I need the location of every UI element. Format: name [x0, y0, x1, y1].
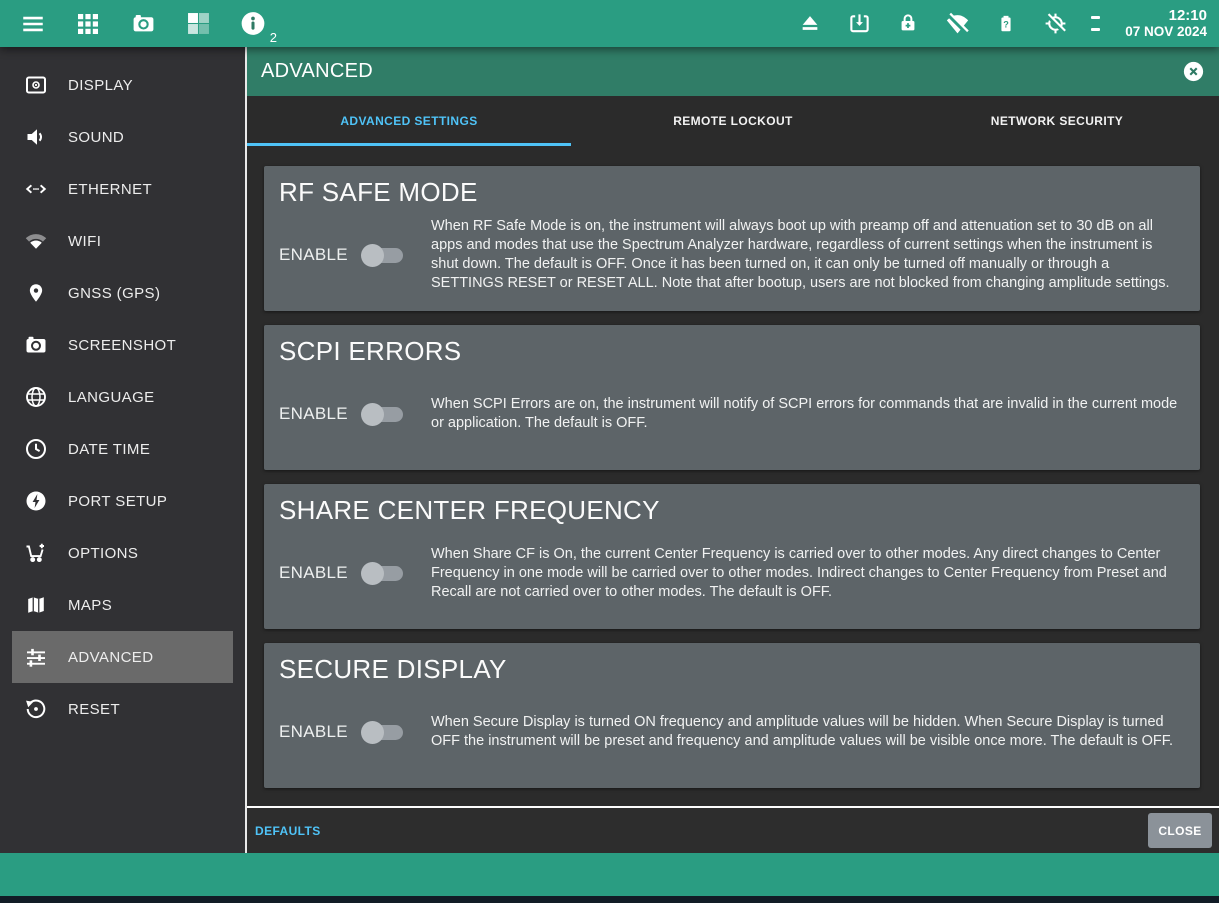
- sidebar-item-maps[interactable]: MAPS: [12, 579, 233, 631]
- clock-time: 12:10: [1169, 7, 1207, 24]
- tab-network-security[interactable]: NETWORK SECURITY: [895, 96, 1219, 160]
- card-description: When Share CF is On, the current Center …: [431, 545, 1182, 602]
- sidebar-item-label: WIFI: [68, 233, 101, 250]
- sidebar-item-label: GNSS (GPS): [68, 285, 160, 302]
- cart-add-icon: [24, 541, 48, 565]
- sidebar-item-label: SOUND: [68, 129, 124, 146]
- sidebar-item-advanced[interactable]: ADVANCED: [12, 631, 233, 683]
- bottom-green-bar: [0, 853, 1219, 896]
- enable-label: ENABLE: [279, 722, 348, 742]
- sidebar-item-ethernet[interactable]: ETHERNET: [12, 163, 233, 215]
- toggle-knob: [361, 403, 384, 426]
- tab-label: ADVANCED SETTINGS: [340, 114, 477, 142]
- share-center-frequency-card: SHARE CENTER FREQUENCY ENABLE When Share…: [264, 484, 1200, 629]
- card-title: SECURE DISPLAY: [279, 652, 1182, 686]
- share-center-frequency-toggle[interactable]: [363, 566, 403, 581]
- sidebar-item-language[interactable]: LANGUAGE: [12, 371, 233, 423]
- sidebar-item-datetime[interactable]: DATE TIME: [12, 423, 233, 475]
- tab-label: REMOTE LOCKOUT: [673, 114, 793, 142]
- sidebar-item-label: ADVANCED: [68, 649, 153, 666]
- settings-sidebar: DISPLAY SOUND ETHERNET: [0, 47, 245, 853]
- card-description: When Secure Display is turned ON frequen…: [431, 713, 1182, 751]
- scpi-errors-card: SCPI ERRORS ENABLE When SCPI Errors are …: [264, 325, 1200, 470]
- apps-grid-icon[interactable]: [75, 11, 101, 37]
- sidebar-item-label: DATE TIME: [68, 441, 150, 458]
- menu-icon[interactable]: [20, 11, 46, 37]
- toggle-knob: [361, 721, 384, 744]
- settings-content: RF SAFE MODE ENABLE When RF Safe Mode is…: [247, 160, 1219, 806]
- battery-unknown-icon[interactable]: ?: [993, 10, 1019, 36]
- svg-text:?: ?: [1003, 20, 1009, 30]
- sidebar-item-sound[interactable]: SOUND: [12, 111, 233, 163]
- sidebar-item-label: MAPS: [68, 597, 112, 614]
- panel-title: ADVANCED: [261, 60, 373, 83]
- tab-remote-lockout[interactable]: REMOTE LOCKOUT: [571, 96, 895, 160]
- wifi-off-icon[interactable]: [944, 10, 970, 36]
- enable-label: ENABLE: [279, 404, 348, 424]
- rf-safe-mode-toggle[interactable]: [363, 248, 403, 263]
- notification-count-badge: 2: [270, 30, 277, 45]
- enable-label: ENABLE: [279, 563, 348, 583]
- scpi-errors-toggle[interactable]: [363, 407, 403, 422]
- card-title: SCPI ERRORS: [279, 334, 1182, 368]
- tab-bar: ADVANCED SETTINGS REMOTE LOCKOUT NETWORK…: [247, 96, 1219, 160]
- sidebar-item-port-setup[interactable]: PORT SETUP: [12, 475, 233, 527]
- card-description: When SCPI Errors are on, the instrument …: [431, 395, 1182, 433]
- sidebar-item-display[interactable]: DISPLAY: [12, 59, 233, 111]
- clock: 12:10 07 NOV 2024: [1123, 7, 1207, 40]
- power-bolt-icon: [24, 489, 48, 513]
- tab-advanced-settings[interactable]: ADVANCED SETTINGS: [247, 96, 571, 160]
- info-notifications-icon[interactable]: 2: [240, 11, 266, 37]
- toggle-knob: [361, 244, 384, 267]
- sliders-icon: [24, 645, 48, 669]
- gps-off-icon[interactable]: [1042, 10, 1068, 36]
- sidebar-item-label: DISPLAY: [68, 77, 133, 94]
- clock-icon: [24, 437, 48, 461]
- advanced-settings-panel: ADVANCED ADVANCED SETTINGS REMOTE LOCKOU…: [245, 47, 1219, 853]
- location-pin-icon: [24, 281, 48, 305]
- sidebar-item-gnss[interactable]: GNSS (GPS): [12, 267, 233, 319]
- panel-footer: DEFAULTS CLOSE: [247, 806, 1219, 853]
- wifi-icon: [24, 229, 48, 253]
- secure-display-toggle[interactable]: [363, 725, 403, 740]
- display-capture-icon[interactable]: [185, 11, 211, 37]
- card-title: SHARE CENTER FREQUENCY: [279, 493, 1182, 527]
- defaults-button[interactable]: DEFAULTS: [255, 824, 321, 838]
- save-import-icon[interactable]: [846, 10, 872, 36]
- sidebar-item-label: ETHERNET: [68, 181, 152, 198]
- sidebar-item-reset[interactable]: RESET: [12, 683, 233, 735]
- bottom-edge-strip: [0, 896, 1219, 903]
- lock-add-icon[interactable]: [895, 10, 921, 36]
- enable-label: ENABLE: [279, 245, 348, 265]
- sidebar-item-screenshot[interactable]: SCREENSHOT: [12, 319, 233, 371]
- card-description: When RF Safe Mode is on, the instrument …: [431, 217, 1182, 293]
- globe-icon: [24, 385, 48, 409]
- toggle-knob: [361, 562, 384, 585]
- close-icon[interactable]: [1183, 61, 1204, 82]
- eject-icon[interactable]: [797, 10, 823, 36]
- sidebar-item-label: RESET: [68, 701, 120, 718]
- sidebar-item-wifi[interactable]: WIFI: [12, 215, 233, 267]
- map-icon: [24, 593, 48, 617]
- reset-restore-icon: [24, 697, 48, 721]
- status-dashes: [1091, 16, 1100, 31]
- sidebar-item-label: OPTIONS: [68, 545, 138, 562]
- card-title: RF SAFE MODE: [279, 175, 1182, 209]
- secure-display-card: SECURE DISPLAY ENABLE When Secure Displa…: [264, 643, 1200, 788]
- sidebar-item-label: LANGUAGE: [68, 389, 155, 406]
- screenshot-camera-icon: [24, 333, 48, 357]
- sidebar-item-label: PORT SETUP: [68, 493, 167, 510]
- close-button[interactable]: CLOSE: [1148, 813, 1212, 848]
- panel-header: ADVANCED: [247, 47, 1219, 96]
- sidebar-item-label: SCREENSHOT: [68, 337, 176, 354]
- sidebar-item-options[interactable]: OPTIONS: [12, 527, 233, 579]
- rf-safe-mode-card: RF SAFE MODE ENABLE When RF Safe Mode is…: [264, 166, 1200, 311]
- top-status-bar: 2: [0, 0, 1219, 47]
- camera-icon[interactable]: [130, 11, 156, 37]
- ethernet-icon: [24, 177, 48, 201]
- speaker-icon: [24, 125, 48, 149]
- tab-label: NETWORK SECURITY: [991, 114, 1123, 142]
- clock-date: 07 NOV 2024: [1125, 24, 1207, 40]
- display-icon: [24, 73, 48, 97]
